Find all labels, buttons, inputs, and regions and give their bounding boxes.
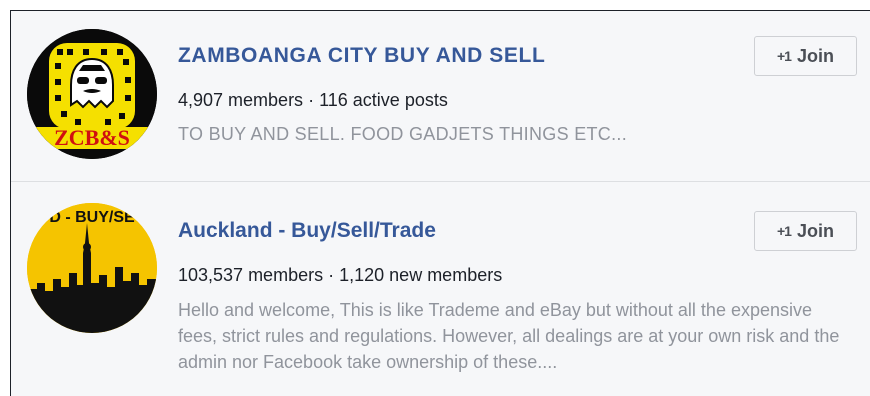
join-button[interactable]: +1 Join: [754, 211, 857, 251]
group-description: Hello and welcome, This is like Trademe …: [178, 300, 840, 372]
group-avatar[interactable]: D - BUY/SE: [27, 203, 157, 333]
member-count: 103,537 members: [178, 265, 324, 285]
join-label: Join: [796, 220, 834, 241]
add-member-icon: +1: [777, 223, 792, 239]
avatar-text: D - BUY/SE: [49, 209, 135, 226]
group-result-row: D - BUY/SE Auckland - Buy/Sell/Trade 103…: [11, 11, 870, 372]
activity-count: 1,120 new members: [339, 265, 503, 285]
group-results-list: ZCB&S ZAMBOANGA CITY BUY AND SELL 4,907 …: [10, 10, 870, 396]
stats-separator: ·: [328, 265, 335, 285]
group-title[interactable]: Auckland - Buy/Sell/Trade: [178, 219, 436, 243]
group-stats: 103,537 members · 1,120 new members: [178, 265, 502, 286]
